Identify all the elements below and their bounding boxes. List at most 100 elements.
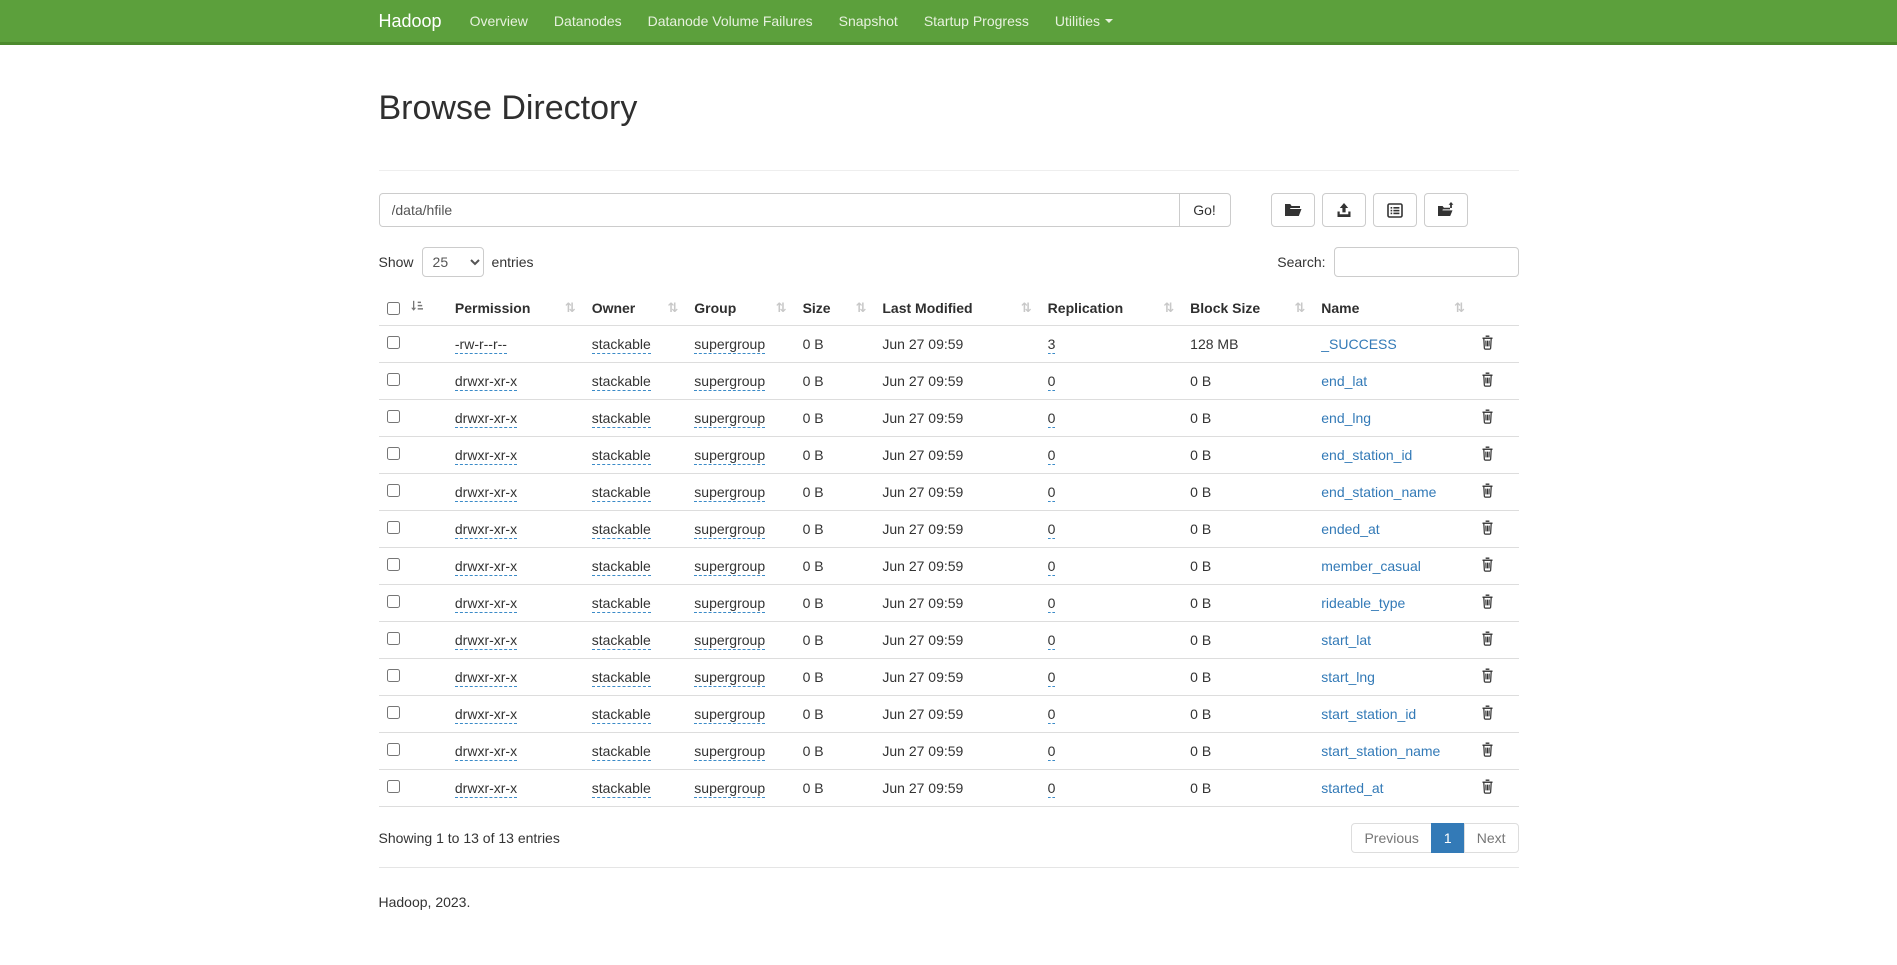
row-checkbox[interactable] xyxy=(387,484,400,497)
owner-value[interactable]: stackable xyxy=(592,780,651,798)
permission-value[interactable]: drwxr-xr-x xyxy=(455,447,517,465)
brand-link[interactable]: Hadoop xyxy=(379,11,457,32)
permission-value[interactable]: drwxr-xr-x xyxy=(455,669,517,687)
page-size-select[interactable]: 25 xyxy=(422,247,484,277)
owner-value[interactable]: stackable xyxy=(592,669,651,687)
owner-value[interactable]: stackable xyxy=(592,632,651,650)
owner-value[interactable]: stackable xyxy=(592,521,651,539)
delete-button[interactable] xyxy=(1481,631,1494,649)
select-all-checkbox[interactable] xyxy=(387,302,400,315)
column-header-size[interactable]: Size ⇅ xyxy=(795,291,875,326)
delete-button[interactable] xyxy=(1481,779,1494,797)
owner-value[interactable]: stackable xyxy=(592,558,651,576)
replication-value[interactable]: 0 xyxy=(1048,484,1056,502)
delete-button[interactable] xyxy=(1481,483,1494,501)
row-checkbox[interactable] xyxy=(387,447,400,460)
upload-files-button[interactable] xyxy=(1322,193,1366,227)
delete-button[interactable] xyxy=(1481,520,1494,538)
replication-value[interactable]: 0 xyxy=(1048,373,1056,391)
pagination-previous-button[interactable]: Previous xyxy=(1351,823,1431,853)
permission-value[interactable]: drwxr-xr-x xyxy=(455,484,517,502)
delete-button[interactable] xyxy=(1481,742,1494,760)
owner-value[interactable]: stackable xyxy=(592,447,651,465)
row-checkbox[interactable] xyxy=(387,373,400,386)
go-button[interactable]: Go! xyxy=(1179,193,1231,227)
group-value[interactable]: supergroup xyxy=(694,447,765,465)
file-name-link[interactable]: ended_at xyxy=(1321,521,1379,537)
replication-value[interactable]: 0 xyxy=(1048,447,1056,465)
delete-button[interactable] xyxy=(1481,594,1494,612)
file-name-link[interactable]: end_lat xyxy=(1321,373,1367,389)
row-checkbox[interactable] xyxy=(387,595,400,608)
owner-value[interactable]: stackable xyxy=(592,743,651,761)
group-value[interactable]: supergroup xyxy=(694,743,765,761)
row-checkbox[interactable] xyxy=(387,706,400,719)
replication-value[interactable]: 0 xyxy=(1048,669,1056,687)
nav-item-startup-progress[interactable]: Startup Progress xyxy=(911,13,1042,29)
select-all-header[interactable] xyxy=(379,291,447,326)
group-value[interactable]: supergroup xyxy=(694,780,765,798)
search-input[interactable] xyxy=(1334,247,1519,277)
owner-value[interactable]: stackable xyxy=(592,373,651,391)
permission-value[interactable]: drwxr-xr-x xyxy=(455,595,517,613)
replication-value[interactable]: 0 xyxy=(1048,632,1056,650)
delete-button[interactable] xyxy=(1481,372,1494,390)
delete-button[interactable] xyxy=(1481,705,1494,723)
replication-value[interactable]: 0 xyxy=(1048,558,1056,576)
group-value[interactable]: supergroup xyxy=(694,336,765,354)
file-name-link[interactable]: end_lng xyxy=(1321,410,1371,426)
delete-button[interactable] xyxy=(1481,557,1494,575)
group-value[interactable]: supergroup xyxy=(694,484,765,502)
column-header-group[interactable]: Group ⇅ xyxy=(686,291,794,326)
delete-button[interactable] xyxy=(1481,668,1494,686)
file-name-link[interactable]: start_station_name xyxy=(1321,743,1440,759)
permission-value[interactable]: drwxr-xr-x xyxy=(455,632,517,650)
file-name-link[interactable]: end_station_name xyxy=(1321,484,1436,500)
column-header-owner[interactable]: Owner ⇅ xyxy=(584,291,687,326)
file-name-link[interactable]: end_station_id xyxy=(1321,447,1412,463)
delete-button[interactable] xyxy=(1481,335,1494,353)
permission-value[interactable]: drwxr-xr-x xyxy=(455,521,517,539)
group-value[interactable]: supergroup xyxy=(694,521,765,539)
create-directory-button[interactable] xyxy=(1271,193,1315,227)
file-name-link[interactable]: start_lat xyxy=(1321,632,1371,648)
file-name-link[interactable]: member_casual xyxy=(1321,558,1421,574)
group-value[interactable]: supergroup xyxy=(694,632,765,650)
permission-value[interactable]: drwxr-xr-x xyxy=(455,410,517,428)
replication-value[interactable]: 0 xyxy=(1048,780,1056,798)
group-value[interactable]: supergroup xyxy=(694,373,765,391)
replication-value[interactable]: 0 xyxy=(1048,595,1056,613)
row-checkbox[interactable] xyxy=(387,743,400,756)
column-header-block-size[interactable]: Block Size ⇅ xyxy=(1182,291,1313,326)
column-header-last-modified[interactable]: Last Modified ⇅ xyxy=(874,291,1039,326)
column-header-permission[interactable]: Permission ⇅ xyxy=(447,291,584,326)
permission-value[interactable]: drwxr-xr-x xyxy=(455,743,517,761)
permission-value[interactable]: drwxr-xr-x xyxy=(455,558,517,576)
replication-value[interactable]: 3 xyxy=(1048,336,1056,354)
snapshot-directory-button[interactable] xyxy=(1424,193,1468,227)
pagination-page-1-button[interactable]: 1 xyxy=(1431,823,1465,853)
file-name-link[interactable]: _SUCCESS xyxy=(1321,336,1396,352)
delete-button[interactable] xyxy=(1481,409,1494,427)
delete-button[interactable] xyxy=(1481,446,1494,464)
owner-value[interactable]: stackable xyxy=(592,484,651,502)
group-value[interactable]: supergroup xyxy=(694,595,765,613)
replication-value[interactable]: 0 xyxy=(1048,743,1056,761)
column-header-name[interactable]: Name ⇅ xyxy=(1313,291,1473,326)
row-checkbox[interactable] xyxy=(387,669,400,682)
replication-value[interactable]: 0 xyxy=(1048,521,1056,539)
nav-item-overview[interactable]: Overview xyxy=(457,13,541,29)
file-name-link[interactable]: start_station_id xyxy=(1321,706,1416,722)
replication-value[interactable]: 0 xyxy=(1048,706,1056,724)
row-checkbox[interactable] xyxy=(387,410,400,423)
column-header-replication[interactable]: Replication ⇅ xyxy=(1040,291,1183,326)
permission-value[interactable]: drwxr-xr-x xyxy=(455,706,517,724)
permission-value[interactable]: drwxr-xr-x xyxy=(455,373,517,391)
owner-value[interactable]: stackable xyxy=(592,595,651,613)
set-storage-policy-button[interactable] xyxy=(1373,193,1417,227)
nav-item-datanodes[interactable]: Datanodes xyxy=(541,13,635,29)
directory-path-input[interactable] xyxy=(379,193,1180,227)
row-checkbox[interactable] xyxy=(387,780,400,793)
owner-value[interactable]: stackable xyxy=(592,706,651,724)
nav-item-utilities-dropdown[interactable]: Utilities xyxy=(1042,13,1126,29)
